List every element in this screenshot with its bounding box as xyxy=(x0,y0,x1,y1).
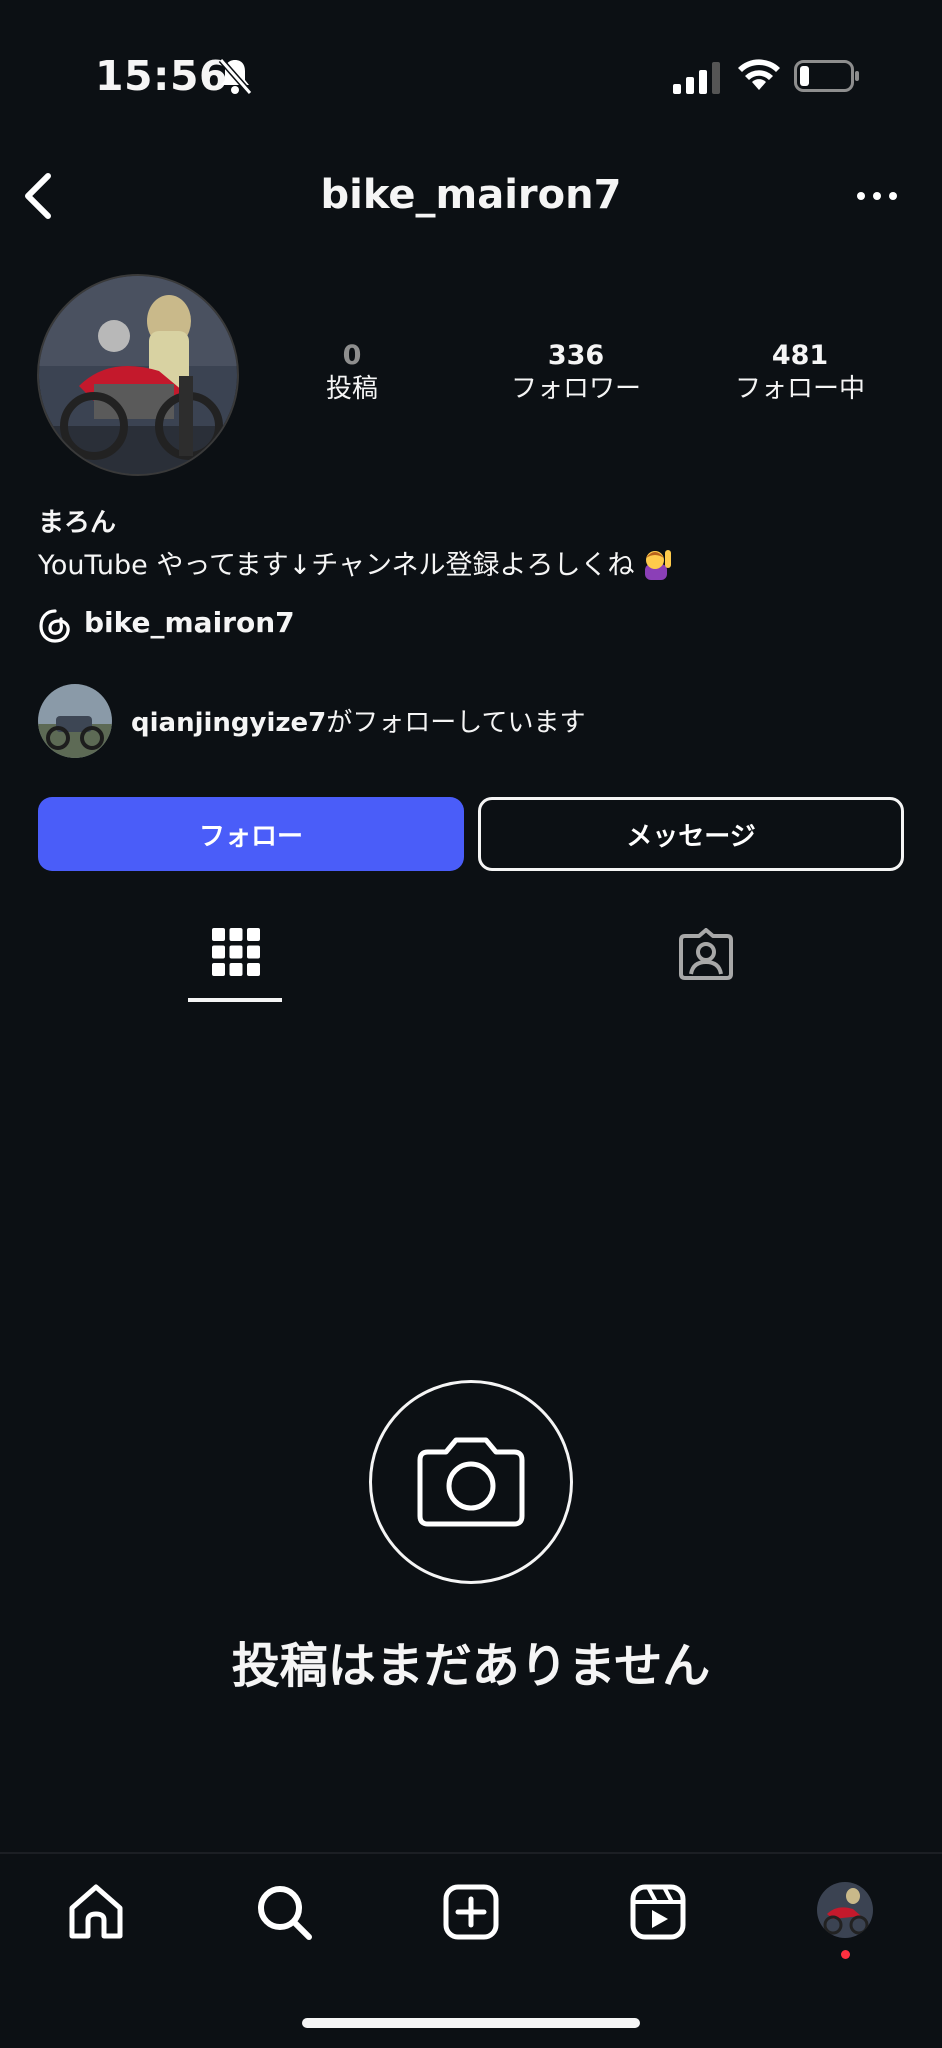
bio: YouTube やってます↓チャンネル登録よろしくね xyxy=(38,543,675,582)
home-icon[interactable] xyxy=(66,1882,126,1942)
more-options-icon[interactable] xyxy=(855,186,899,206)
tagged-person-icon[interactable] xyxy=(679,928,733,980)
bottom-nav-divider xyxy=(0,1852,942,1854)
bell-slash-icon xyxy=(218,58,253,95)
active-tab-indicator xyxy=(188,998,282,1002)
grid-icon[interactable] xyxy=(212,928,260,976)
battery-icon xyxy=(794,60,859,92)
empty-state-text: 投稿はまだありません xyxy=(231,1638,711,1694)
mutual-follower-avatar[interactable] xyxy=(38,684,112,758)
notification-dot xyxy=(841,1950,850,1959)
stat-following-label: フォロー中 xyxy=(734,374,865,404)
stat-posts-count: 0 xyxy=(342,340,362,371)
person-raising-hand-emoji xyxy=(644,549,671,580)
create-icon[interactable] xyxy=(441,1882,501,1942)
bio-text: YouTube やってます↓チャンネル登録よろしくね xyxy=(38,550,635,581)
stat-posts: 0 投稿 xyxy=(252,340,452,406)
stat-posts-label: 投稿 xyxy=(325,374,378,404)
stat-followers[interactable]: 336 フォロワー xyxy=(476,340,676,406)
search-icon[interactable] xyxy=(254,1882,314,1942)
mutual-followers-suffix: がフォローしています xyxy=(326,708,586,738)
stat-followers-count: 336 xyxy=(547,340,605,371)
reels-icon[interactable] xyxy=(628,1882,688,1942)
threads-handle-link[interactable]: bike_mairon7 xyxy=(84,606,295,639)
message-button[interactable]: メッセージ xyxy=(478,797,904,871)
cellular-signal-icon xyxy=(673,62,720,94)
display-name: まろん xyxy=(38,508,117,538)
profile-username-title: bike_mairon7 xyxy=(320,172,622,218)
mutual-followers-text[interactable]: qianjingyize7がフォローしています xyxy=(131,702,585,739)
stat-following[interactable]: 481 フォロー中 xyxy=(700,340,900,406)
wifi-icon xyxy=(738,59,780,90)
follow-button[interactable]: フォロー xyxy=(38,797,464,871)
camera-icon xyxy=(417,1437,525,1527)
home-indicator xyxy=(302,2018,640,2028)
nav-profile-avatar[interactable] xyxy=(817,1882,873,1938)
mutual-follower-username[interactable]: qianjingyize7 xyxy=(131,708,326,738)
stat-followers-label: フォロワー xyxy=(510,374,641,404)
profile-avatar[interactable] xyxy=(37,274,239,476)
status-time: 15:56 xyxy=(95,52,229,100)
stat-following-count: 481 xyxy=(771,340,829,371)
threads-icon[interactable] xyxy=(38,608,72,644)
